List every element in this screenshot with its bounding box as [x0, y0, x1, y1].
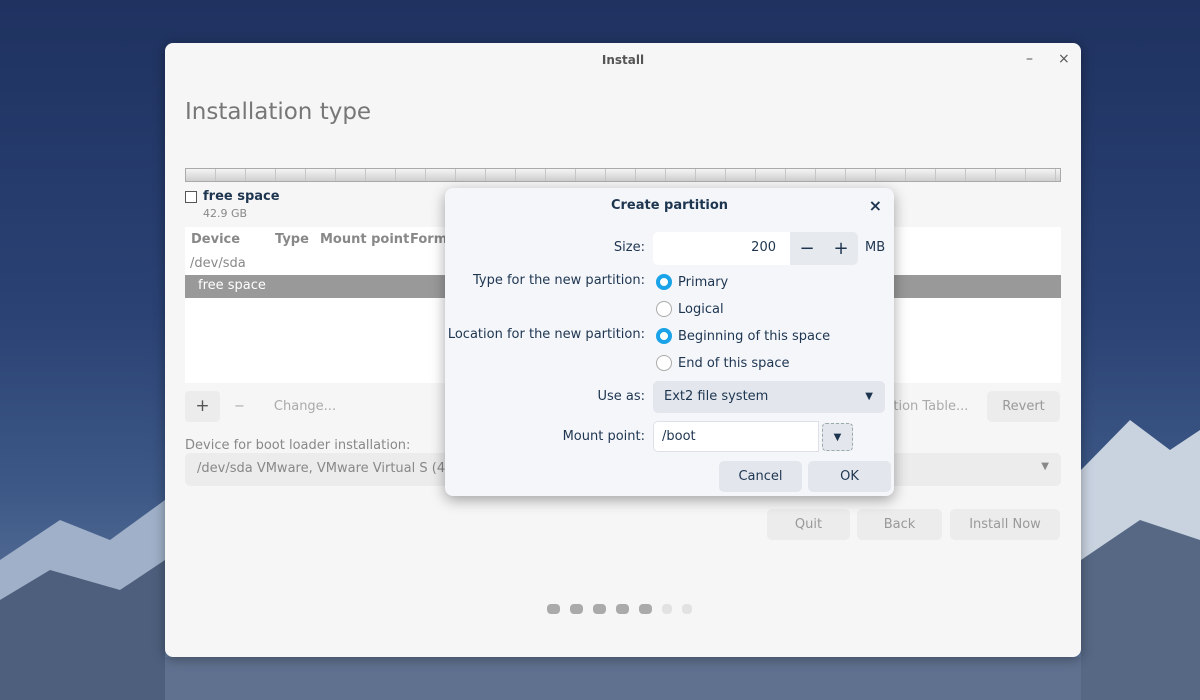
partition-bar — [185, 168, 1061, 182]
free-space-label: free space — [203, 189, 280, 204]
table-row[interactable]: /dev/sda — [190, 256, 246, 271]
radio-beginning[interactable]: Beginning of this space — [656, 328, 830, 344]
free-space-legend-swatch — [185, 191, 197, 203]
mount-point-input[interactable]: /boot — [653, 421, 819, 452]
chevron-down-icon: ▼ — [865, 391, 873, 402]
size-spinbox: 200 − + — [653, 232, 858, 265]
dialog-close-icon[interactable]: × — [869, 196, 882, 215]
size-input[interactable]: 200 — [653, 232, 790, 265]
progress-dot — [662, 604, 672, 614]
bootloader-label: Device for boot loader installation: — [185, 438, 411, 453]
radio-unchecked-icon — [656, 355, 672, 371]
remove-partition-button[interactable]: − — [222, 391, 257, 422]
close-button[interactable]: × — [1058, 51, 1070, 67]
radio-primary[interactable]: Primary — [656, 274, 728, 290]
mount-point-dropdown-icon[interactable]: ▼ — [822, 423, 853, 451]
quit-button[interactable]: Quit — [767, 509, 850, 540]
progress-dot — [639, 604, 652, 614]
size-label: Size: — [613, 240, 645, 255]
use-as-value: Ext2 file system — [664, 389, 769, 404]
cancel-button[interactable]: Cancel — [719, 461, 802, 492]
window-title: Install — [601, 53, 645, 67]
page-title: Installation type — [185, 99, 372, 125]
back-button[interactable]: Back — [857, 509, 942, 540]
radio-end[interactable]: End of this space — [656, 355, 790, 371]
radio-label: End of this space — [678, 355, 790, 371]
radio-label: Primary — [678, 274, 729, 290]
mount-point-label: Mount point: — [562, 429, 645, 444]
ok-button[interactable]: OK — [808, 461, 891, 492]
progress-dots — [547, 604, 692, 614]
chevron-down-icon: ▼ — [1041, 461, 1049, 472]
minimize-button[interactable]: – — [1026, 51, 1033, 67]
size-unit: MB — [865, 240, 886, 255]
column-type[interactable]: Type — [275, 232, 309, 247]
progress-dot — [616, 604, 629, 614]
radio-checked-icon — [656, 328, 672, 344]
radio-unchecked-icon — [656, 301, 672, 317]
progress-dot — [570, 604, 583, 614]
location-label: Location for the new partition: — [447, 327, 645, 342]
dialog-title: Create partition — [610, 198, 729, 213]
decrement-button[interactable]: − — [790, 232, 824, 265]
progress-dot — [593, 604, 606, 614]
progress-dot — [547, 604, 560, 614]
free-space-size: 42.9 GB — [203, 207, 248, 220]
column-mount-point[interactable]: Mount point — [320, 232, 409, 247]
create-partition-dialog: Create partition × Size: 200 − + MB Type… — [445, 188, 894, 496]
install-now-button[interactable]: Install Now — [950, 509, 1060, 540]
change-partition-button[interactable]: Change... — [265, 391, 345, 422]
use-as-label: Use as: — [597, 389, 645, 404]
radio-checked-icon — [656, 274, 672, 290]
increment-button[interactable]: + — [824, 232, 858, 265]
type-label: Type for the new partition: — [472, 273, 645, 288]
radio-label: Beginning of this space — [678, 328, 831, 344]
use-as-select[interactable]: Ext2 file system ▼ — [653, 381, 885, 413]
bootloader-value: /dev/sda VMware, VMware Virtual S (4 — [197, 461, 446, 476]
radio-logical[interactable]: Logical — [656, 301, 724, 317]
column-device[interactable]: Device — [191, 232, 240, 247]
add-partition-button[interactable]: + — [185, 391, 220, 422]
progress-dot — [682, 604, 692, 614]
revert-button[interactable]: Revert — [987, 391, 1060, 422]
radio-label: Logical — [678, 301, 724, 317]
